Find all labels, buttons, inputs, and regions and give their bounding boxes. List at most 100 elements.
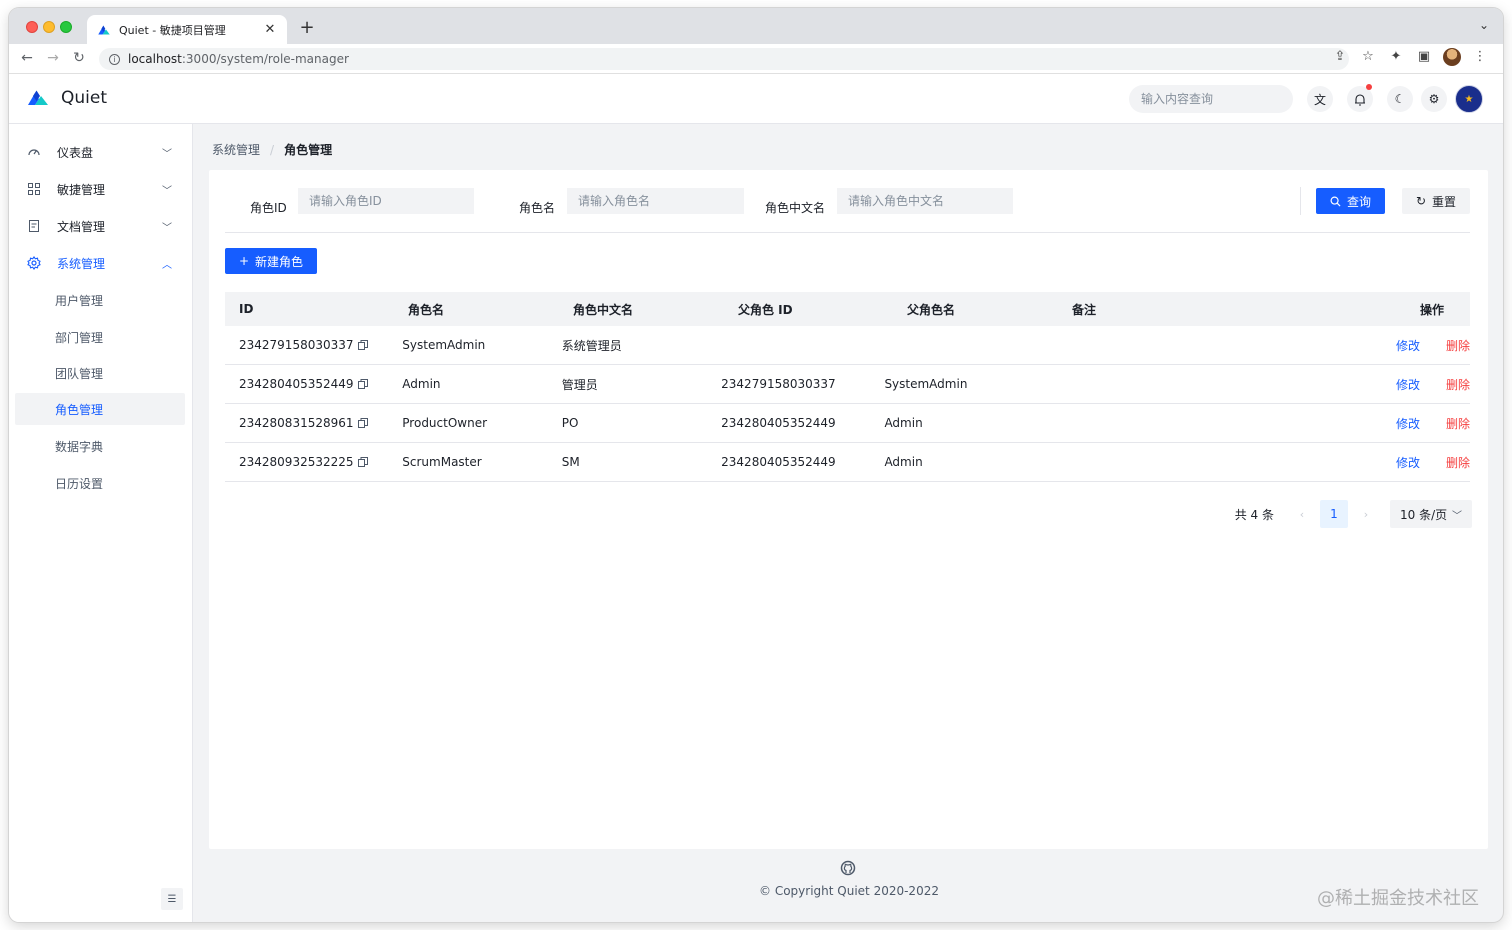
breadcrumb: 系统管理 / 角色管理 (212, 141, 332, 158)
side-panel-icon[interactable]: ▣ (1415, 48, 1433, 66)
role-cn-cell: PO (561, 416, 579, 430)
settings-button[interactable]: ⚙ (1421, 86, 1447, 112)
user-avatar[interactable]: ★ (1455, 85, 1483, 113)
sidebar-subitem-dictionary[interactable]: 数据字典 (15, 430, 185, 462)
browser-toolbar: ← → ↻ i localhost:3000/system/role-manag… (9, 44, 1503, 74)
tab-search-chevron-icon[interactable]: ⌄ (1479, 18, 1489, 32)
role-name-cell: ProductOwner (402, 416, 488, 430)
address-bar[interactable]: i localhost:3000/system/role-manager (99, 48, 1349, 70)
copy-icon[interactable] (357, 379, 368, 389)
sidebar-subitem-roles[interactable]: 角色管理 (15, 393, 185, 425)
maximize-window-button[interactable] (60, 21, 72, 33)
prev-page-chevron-icon[interactable]: ‹ (1288, 500, 1316, 528)
delete-link[interactable]: 删除 (1446, 337, 1470, 354)
minimize-window-button[interactable] (43, 21, 55, 33)
actions-cell: 修改 删除 (1276, 376, 1470, 393)
bell-icon (1355, 93, 1365, 106)
sidebar-item-label: 仪表盘 (57, 145, 94, 160)
role-name-cell: Admin (402, 377, 441, 391)
role-cn-label: 角色中文名 (765, 201, 826, 215)
watermark: @稀土掘金技术社区 (1317, 888, 1479, 909)
global-search-input[interactable] (1141, 92, 1291, 106)
table-row: 234280932532225 ScrumMaster SM 234280405… (225, 443, 1470, 482)
menu-fold-icon: ☰ (167, 893, 177, 905)
browser-profile-avatar[interactable] (1443, 48, 1461, 66)
page-number-button[interactable]: 1 (1320, 500, 1348, 528)
table-row: 234280405352449 Admin 管理员 23427915803033… (225, 365, 1470, 404)
role-id-input[interactable] (298, 188, 474, 214)
sidebar: 仪表盘 ﹀ 敏捷管理 ﹀ 文档管理 ﹀ 系统管理 ︿ 用户管理 部门管理 团队管… (9, 124, 193, 922)
breadcrumb-parent[interactable]: 系统管理 (212, 141, 260, 158)
theme-toggle-button[interactable]: ☾ (1387, 86, 1413, 112)
reset-button[interactable]: ↻ 重置 (1402, 188, 1470, 214)
sidebar-subitem-calendar[interactable]: 日历设置 (15, 467, 185, 499)
github-icon[interactable] (840, 860, 856, 876)
reload-icon[interactable]: ↻ (71, 50, 87, 66)
document-icon (27, 219, 41, 233)
delete-link[interactable]: 删除 (1446, 415, 1470, 432)
copy-icon[interactable] (357, 418, 368, 428)
browser-tab[interactable]: Quiet - 敏捷项目管理 ✕ (87, 15, 287, 44)
query-label: 查询 (1346, 194, 1371, 209)
table-header: ID 角色名 角色中文名 父角色 ID 父角色名 备注 操作 (225, 292, 1470, 326)
copy-icon[interactable] (357, 340, 368, 350)
edit-link[interactable]: 修改 (1396, 454, 1420, 471)
close-window-button[interactable] (26, 21, 38, 33)
parent-id-cell: 234280405352449 (721, 416, 836, 430)
delete-link[interactable]: 删除 (1446, 454, 1470, 471)
language-button[interactable]: 文 (1307, 86, 1333, 112)
reset-label: 重置 (1432, 194, 1457, 209)
content-card: 角色ID 角色名 角色中文名 查询 ↻ 重置 + 新建角色 ID 角色名 角色中… (209, 170, 1488, 849)
extensions-puzzle-icon[interactable]: ✦ (1387, 48, 1405, 66)
browser-menu-icon[interactable]: ⋮ (1471, 48, 1489, 66)
tab-close-icon[interactable]: ✕ (263, 22, 277, 37)
sidebar-subitem-departments[interactable]: 部门管理 (15, 321, 185, 353)
copy-icon[interactable] (357, 457, 368, 467)
column-header-parent-id: 父角色 ID (738, 302, 793, 317)
notification-badge (1366, 84, 1372, 90)
new-role-label: 新建角色 (255, 254, 304, 269)
edit-link[interactable]: 修改 (1396, 337, 1420, 354)
column-header-parent-name: 父角色名 (907, 302, 956, 317)
delete-link[interactable]: 删除 (1446, 376, 1470, 393)
role-name-cell: SystemAdmin (402, 338, 486, 352)
breadcrumb-separator: / (270, 142, 275, 157)
bookmark-star-icon[interactable]: ☆ (1359, 48, 1377, 66)
next-page-chevron-icon[interactable]: › (1352, 500, 1380, 528)
global-search[interactable] (1129, 85, 1293, 113)
tab-title: Quiet - 敏捷项目管理 (119, 23, 226, 37)
collapse-sidebar-button[interactable]: ☰ (161, 888, 183, 910)
edit-link[interactable]: 修改 (1396, 376, 1420, 393)
notification-button[interactable] (1347, 84, 1373, 112)
role-name-input[interactable] (567, 188, 744, 214)
sidebar-item-documents[interactable]: 文档管理 ﹀ (15, 210, 185, 242)
edit-link[interactable]: 修改 (1396, 415, 1420, 432)
share-icon[interactable]: ⇪ (1331, 48, 1349, 66)
url-text: localhost:3000/system/role-manager (128, 52, 349, 66)
pagination: 共 4 条 ‹ 1 › 10 条/页 ﹀ (1235, 500, 1472, 528)
sidebar-subitem-users[interactable]: 用户管理 (15, 284, 185, 316)
new-role-button[interactable]: + 新建角色 (225, 248, 317, 274)
browser-tabstrip: Quiet - 敏捷项目管理 ✕ + ⌄ (9, 8, 1503, 44)
new-tab-button[interactable]: + (297, 17, 317, 38)
sidebar-item-label: 敏捷管理 (57, 182, 106, 197)
sidebar-item-agile[interactable]: 敏捷管理 ﹀ (15, 173, 185, 205)
role-id-text: 234280831528961 (239, 416, 354, 430)
id-cell: 234280932532225 (225, 455, 388, 469)
query-button[interactable]: 查询 (1316, 188, 1385, 214)
site-info-icon[interactable]: i (109, 53, 120, 65)
chevron-down-icon: ﹀ (162, 222, 172, 234)
browser-actions: ⇪ ☆ ✦ ▣ ⋮ (1331, 48, 1489, 66)
sidebar-item-dashboard[interactable]: 仪表盘 ﹀ (15, 136, 185, 168)
role-cn-input[interactable] (837, 188, 1013, 214)
page-size-value: 10 条/页 (1400, 507, 1448, 522)
column-header-cn-name: 角色中文名 (573, 302, 634, 317)
app-header: Quiet 文 ☾ ⚙ ★ (9, 74, 1503, 124)
sidebar-item-system[interactable]: 系统管理 ︿ (15, 247, 185, 279)
page-size-select[interactable]: 10 条/页 ﹀ (1390, 500, 1472, 528)
column-header-remark: 备注 (1072, 302, 1097, 317)
sidebar-subitem-teams[interactable]: 团队管理 (15, 357, 185, 389)
back-arrow-icon[interactable]: ← (19, 50, 35, 66)
forward-arrow-icon[interactable]: → (45, 50, 61, 66)
sidebar-item-label: 文档管理 (57, 219, 106, 234)
